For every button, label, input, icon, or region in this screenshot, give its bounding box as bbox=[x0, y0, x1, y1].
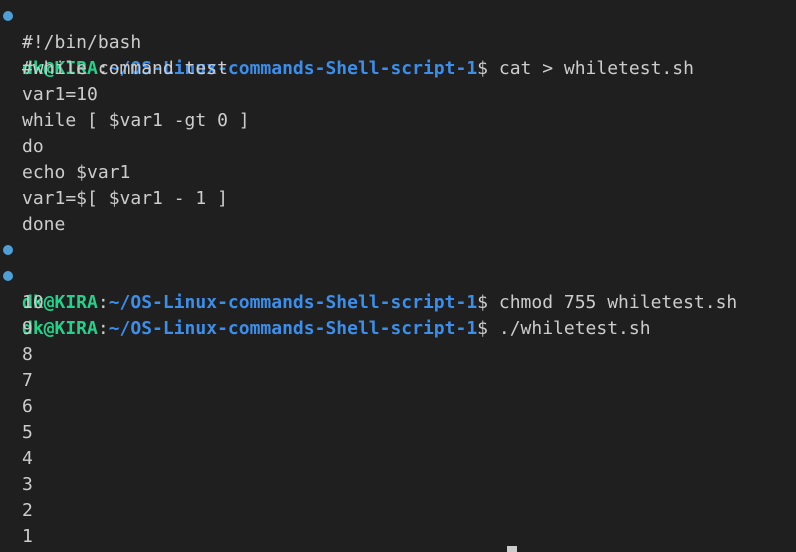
command-decoration-icon[interactable] bbox=[3, 271, 13, 281]
terminal-pane[interactable]: dk@KIRA:~/OS-Linux-commands-Shell-script… bbox=[0, 0, 796, 552]
prompt-line: dk@KIRA:~/OS-Linux-commands-Shell-script… bbox=[0, 238, 796, 313]
line-text: #while command test bbox=[22, 58, 228, 79]
line-text: 7 bbox=[22, 370, 33, 391]
script-line: #while command test bbox=[0, 56, 796, 82]
script-line: while [ $var1 -gt 0 ] bbox=[0, 108, 796, 134]
output-line: 9 bbox=[0, 316, 796, 342]
line-text: var1=10 bbox=[22, 84, 98, 105]
line-text: #!/bin/bash bbox=[22, 32, 142, 53]
command-decoration-icon[interactable] bbox=[3, 11, 13, 21]
prompt-line: dk@KIRA:~/OS-Linux-commands-Shell-script… bbox=[0, 4, 796, 79]
line-text: done bbox=[22, 214, 66, 235]
script-line: echo $var1 bbox=[0, 160, 796, 186]
script-line: #!/bin/bash bbox=[0, 30, 796, 56]
line-text: var1=$[ $var1 - 1 ] bbox=[22, 188, 228, 209]
line-text: do bbox=[22, 136, 44, 157]
script-line: var1=$[ $var1 - 1 ] bbox=[0, 186, 796, 212]
output-line: 5 bbox=[0, 420, 796, 446]
line-text: 3 bbox=[22, 474, 33, 495]
terminal-cursor bbox=[507, 546, 517, 552]
line-text: echo $var1 bbox=[22, 162, 131, 183]
line-text: 1 bbox=[22, 526, 33, 547]
line-text: 9 bbox=[22, 318, 33, 339]
output-line: 2 bbox=[0, 498, 796, 524]
script-line: do bbox=[0, 134, 796, 160]
line-text: 8 bbox=[22, 344, 33, 365]
script-line: done bbox=[0, 212, 796, 238]
output-line: 8 bbox=[0, 342, 796, 368]
output-line: 7 bbox=[0, 368, 796, 394]
script-line: var1=10 bbox=[0, 82, 796, 108]
line-text: 5 bbox=[22, 422, 33, 443]
line-text: 2 bbox=[22, 500, 33, 521]
line-text: 10 bbox=[22, 292, 44, 313]
output-line: 6 bbox=[0, 394, 796, 420]
line-text: 4 bbox=[22, 448, 33, 469]
command-decoration-icon[interactable] bbox=[3, 245, 13, 255]
output-line: 1 bbox=[0, 524, 796, 550]
line-text: 6 bbox=[22, 396, 33, 417]
prompt-line: dk@KIRA:~/OS-Linux-commands-Shell-script… bbox=[0, 264, 796, 339]
output-line: 10 bbox=[0, 290, 796, 316]
output-line: 4 bbox=[0, 446, 796, 472]
line-text: while [ $var1 -gt 0 ] bbox=[22, 110, 250, 131]
output-line: 3 bbox=[0, 472, 796, 498]
